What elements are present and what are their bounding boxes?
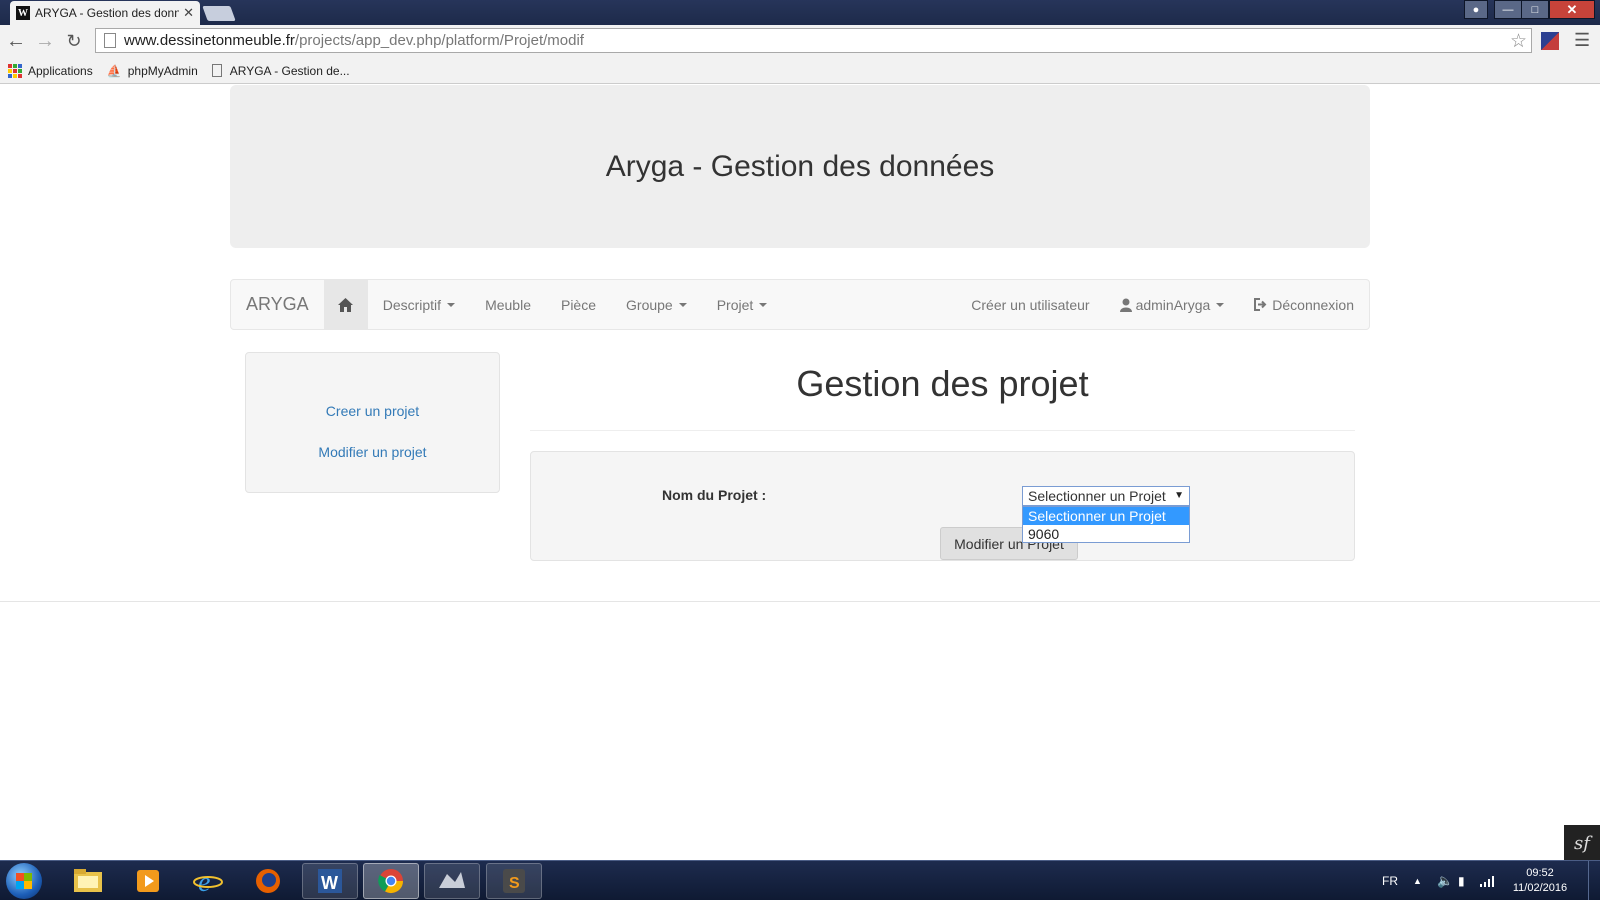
windows-logo-icon [16, 873, 32, 889]
close-window-button[interactable]: ✕ [1549, 0, 1595, 19]
user-icon [1119, 298, 1132, 312]
nav-item-groupe[interactable]: Groupe [611, 280, 702, 329]
sublime-text-taskbar-icon[interactable]: S [486, 863, 542, 899]
bookmarks-bar: Applications ⛵ phpMyAdmin ARYGA - Gestio… [0, 58, 1600, 84]
web-page: Aryga - Gestion des données ARYGA Descri… [0, 85, 1600, 861]
svg-text:S: S [509, 875, 520, 892]
windows-taskbar: e W S FR ▲ 🔈 ▮ 09:52 11/02/2016 [0, 860, 1600, 900]
page-icon [104, 33, 116, 48]
nav-item-meuble[interactable]: Meuble [470, 280, 546, 329]
filezilla-taskbar-icon[interactable] [424, 863, 480, 899]
bookmark-label: ARYGA - Gestion de... [229, 63, 350, 78]
internet-explorer-taskbar-icon[interactable]: e [180, 863, 236, 899]
bookmark-label: phpMyAdmin [127, 63, 198, 78]
start-button[interactable] [6, 863, 42, 899]
nav-item-projet[interactable]: Projet [702, 280, 783, 329]
nav-item-piece[interactable]: Pièce [546, 280, 611, 329]
url-path: /projects/app_dev.php/platform/Projet/mo… [294, 32, 584, 49]
bookmark-applications[interactable]: Applications [8, 63, 93, 78]
bookmark-label: Applications [28, 63, 93, 78]
nav-label: Créer un utilisateur [971, 296, 1090, 313]
sidebar-panel: Creer un projet Modifier un projet [245, 352, 500, 493]
project-select-dropdown: Selectionner un Projet 9060 [1022, 506, 1190, 543]
minimize-button[interactable]: — [1494, 0, 1522, 19]
nav-item-user-menu[interactable]: adminAryga [1105, 280, 1240, 329]
project-form: Nom du Projet : Modifier un Projet [530, 451, 1355, 561]
tab-close-icon[interactable]: ✕ [183, 5, 194, 21]
title-divider [530, 430, 1355, 431]
page-icon [211, 64, 222, 77]
phpmyadmin-icon: ⛵ [106, 63, 122, 78]
nav-item-create-user[interactable]: Créer un utilisateur [956, 280, 1104, 329]
nav-label: Projet [716, 296, 754, 313]
site-title: Aryga - Gestion des données [605, 149, 995, 183]
bookmark-aryga[interactable]: ARYGA - Gestion de... [211, 63, 350, 78]
main-navbar: ARYGA Descriptif Meuble Pièce Groupe Pro… [230, 279, 1370, 330]
symfony-toolbar-icon[interactable]: sf [1564, 825, 1600, 861]
caret-down-icon [1216, 302, 1225, 307]
nav-label: Déconnexion [1272, 296, 1354, 313]
apps-grid-icon [8, 63, 22, 78]
sidebar-link-create-project[interactable]: Creer un projet [246, 403, 499, 419]
caret-down-icon [447, 302, 456, 307]
clock-time: 09:52 [1526, 867, 1554, 879]
project-select[interactable]: Selectionner un Projet ▼ [1022, 486, 1190, 506]
nav-label: Pièce [560, 296, 597, 313]
home-icon[interactable] [323, 280, 368, 329]
logout-icon [1254, 298, 1267, 311]
extension-icon[interactable] [1541, 32, 1559, 50]
browser-tab-active[interactable]: W ARYGA - Gestion des donn ✕ [10, 1, 200, 25]
project-name-label: Nom du Projet : [662, 487, 767, 503]
word-favicon-icon: W [16, 6, 30, 20]
power-icon[interactable]: ▮ [1458, 861, 1465, 900]
select-value: Selectionner un Projet [1028, 488, 1166, 504]
select-option[interactable]: Selectionner un Projet [1023, 507, 1189, 525]
browser-toolbar: ← → ↻ www.dessinetonmeuble.fr/projects/a… [0, 25, 1600, 58]
profile-icon[interactable]: ● [1464, 0, 1488, 19]
page-title: Gestion des projet [796, 363, 1089, 404]
chrome-menu-icon[interactable]: ☰ [1574, 30, 1590, 51]
nav-item-descriptif[interactable]: Descriptif [368, 280, 470, 329]
network-signal-icon[interactable] [1480, 861, 1496, 900]
clock-date: 11/02/2016 [1512, 882, 1568, 894]
reload-icon[interactable]: ↻ [62, 29, 86, 53]
firefox-taskbar-icon[interactable] [240, 863, 296, 899]
svg-text:e: e [198, 867, 210, 896]
nav-label: adminAryga [1135, 296, 1211, 313]
show-desktop-button[interactable] [1588, 861, 1600, 900]
chrome-taskbar-icon[interactable] [363, 863, 419, 899]
media-player-taskbar-icon[interactable] [120, 863, 176, 899]
forward-icon[interactable]: → [33, 29, 57, 53]
svg-text:W: W [321, 873, 338, 893]
word-taskbar-icon[interactable]: W [302, 863, 358, 899]
nav-label: Groupe [626, 296, 673, 313]
bookmark-phpmyadmin[interactable]: ⛵ phpMyAdmin [107, 64, 198, 78]
bookmark-star-icon[interactable]: ☆ [1510, 30, 1527, 53]
back-icon[interactable]: ← [4, 29, 28, 53]
url-host: www.dessinetonmeuble.fr [124, 32, 295, 49]
navbar-right: Créer un utilisateur adminAryga Déconnex… [956, 280, 1369, 329]
caret-down-icon [759, 302, 768, 307]
nav-label: Descriptif [382, 296, 442, 313]
nav-label: Meuble [485, 296, 531, 313]
address-bar[interactable]: www.dessinetonmeuble.fr/projects/app_dev… [95, 28, 1532, 53]
tab-title: ARYGA - Gestion des donn [35, 6, 180, 20]
navbar-brand[interactable]: ARYGA [231, 280, 324, 329]
maximize-button[interactable]: □ [1521, 0, 1549, 19]
header-jumbotron: Aryga - Gestion des données [230, 85, 1370, 248]
dropdown-arrow-icon: ▼ [1174, 490, 1184, 501]
footer-divider [0, 601, 1600, 602]
nav-item-logout[interactable]: Déconnexion [1239, 280, 1369, 329]
system-clock[interactable]: 09:52 11/02/2016 [1510, 866, 1570, 896]
language-indicator[interactable]: FR [1382, 861, 1398, 900]
browser-title-bar: W ARYGA - Gestion des donn ✕ ● — □ ✕ [0, 0, 1600, 25]
tray-expand-icon[interactable]: ▲ [1413, 861, 1422, 900]
volume-icon[interactable]: 🔈 [1437, 861, 1453, 900]
select-option[interactable]: 9060 [1023, 525, 1189, 543]
sidebar-link-modify-project[interactable]: Modifier un projet [246, 444, 499, 460]
explorer-taskbar-icon[interactable] [60, 863, 116, 899]
new-tab-button[interactable] [202, 6, 236, 21]
caret-down-icon [678, 302, 687, 307]
